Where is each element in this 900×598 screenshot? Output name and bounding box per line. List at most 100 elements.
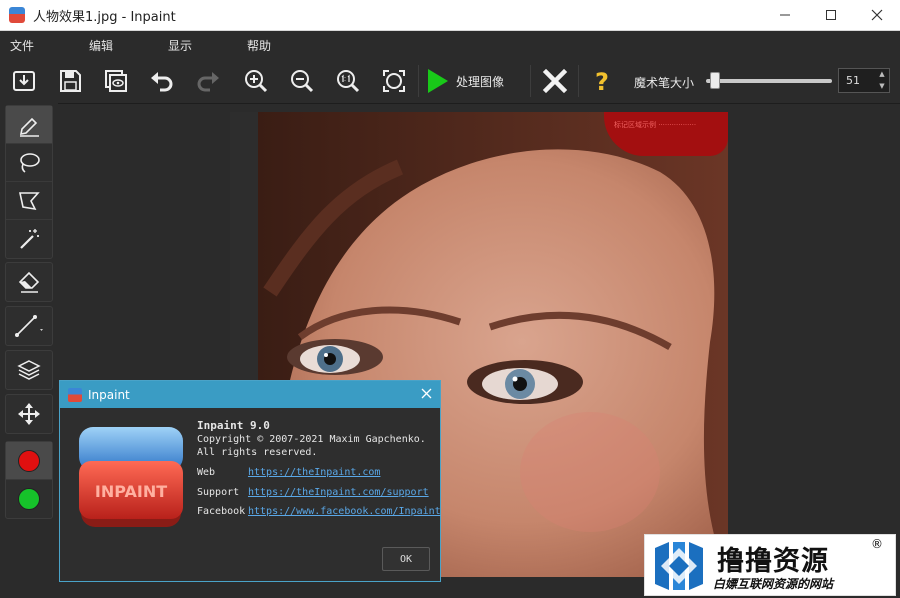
- zoom-out-icon: [291, 70, 314, 93]
- play-icon: [428, 69, 448, 93]
- brush-size-slider-handle[interactable]: [710, 72, 720, 89]
- preview-icon: [105, 70, 127, 92]
- copyright-line-1: Copyright © 2007-2021 Maxim Gapchenko.: [197, 434, 426, 445]
- minimize-button[interactable]: [762, 0, 808, 30]
- registered-mark: ®: [871, 537, 883, 551]
- selection-tools-group: [5, 105, 53, 259]
- support-label: Support: [197, 487, 240, 498]
- zoom-in-icon: [245, 70, 268, 93]
- move-tool[interactable]: [6, 395, 52, 433]
- save-icon: [60, 70, 81, 92]
- marker-tool[interactable]: [6, 106, 52, 144]
- red-marker-color[interactable]: [6, 442, 52, 480]
- close-x-icon: [542, 68, 568, 94]
- move-icon: [18, 403, 40, 425]
- brand-name: 撸撸资源: [717, 546, 829, 577]
- process-image-label: 处理图像: [456, 74, 505, 89]
- red-color-swatch: [18, 449, 40, 472]
- facebook-label: Facebook: [197, 506, 246, 517]
- ok-button[interactable]: OK: [382, 547, 430, 571]
- eraser-icon: [18, 271, 40, 293]
- close-icon: [421, 388, 432, 399]
- green-marker-color[interactable]: [6, 480, 52, 518]
- facebook-link[interactable]: https://www.facebook.com/Inpaint: [248, 506, 441, 517]
- redo-icon: [197, 72, 219, 92]
- magic-wand-icon: [20, 229, 39, 249]
- menu-help[interactable]: 帮助: [237, 37, 316, 54]
- brush-size-slider[interactable]: [706, 79, 832, 83]
- actual-size-button[interactable]: [330, 64, 366, 98]
- brush-size-label: 魔术笔大小: [634, 76, 695, 90]
- window-title: 人物效果1.jpg - Inpaint: [33, 9, 176, 25]
- product-name: Inpaint 9.0: [197, 419, 270, 432]
- brand-logo-icon: [655, 542, 703, 590]
- marker-pen-icon: [19, 117, 39, 137]
- layers-tool[interactable]: [6, 351, 52, 389]
- preview-button[interactable]: [98, 64, 134, 98]
- support-link[interactable]: https://theInpaint.com/support: [248, 487, 429, 498]
- process-image-button[interactable]: 处理图像: [428, 64, 504, 98]
- app-icon: [68, 387, 82, 402]
- open-button[interactable]: [6, 64, 42, 98]
- brush-size-value: 51: [846, 74, 860, 87]
- app-icon: [9, 7, 25, 23]
- title-bar: 人物效果1.jpg - Inpaint: [0, 0, 900, 31]
- dialog-close-button[interactable]: [421, 385, 432, 403]
- actual-size-icon: [337, 70, 360, 93]
- minimize-icon: [780, 14, 790, 16]
- polygonal-lasso-icon: [19, 191, 40, 210]
- maximize-button[interactable]: [808, 0, 854, 30]
- web-link[interactable]: https://theInpaint.com: [248, 467, 380, 478]
- cancel-button[interactable]: [537, 64, 573, 98]
- eraser-group: [5, 262, 53, 302]
- toolbar-separator: [418, 65, 419, 97]
- close-window-button[interactable]: [854, 0, 900, 30]
- undo-button[interactable]: [144, 64, 180, 98]
- watermark-text: 标记区域示例 ·················: [614, 121, 697, 129]
- save-button[interactable]: [52, 64, 88, 98]
- lasso-icon: [20, 152, 40, 173]
- magic-wand-tool[interactable]: [6, 220, 52, 258]
- brand-tagline: 白嫖互联网资源的网站: [713, 577, 834, 591]
- menu-file[interactable]: 文件: [0, 37, 79, 54]
- eraser-tool[interactable]: [6, 263, 52, 301]
- logo-text: INPAINT: [95, 482, 167, 501]
- line-tool[interactable]: [6, 307, 52, 345]
- green-color-swatch: [18, 488, 40, 510]
- inpaint-logo: INPAINT: [79, 427, 183, 527]
- tool-sidebar: [0, 103, 58, 598]
- move-group: [5, 394, 53, 434]
- about-dialog-titlebar: Inpaint: [60, 381, 440, 408]
- open-icon: [13, 71, 35, 91]
- maximize-icon: [826, 10, 836, 20]
- menu-view[interactable]: 显示: [158, 37, 237, 54]
- fit-window-icon: [383, 70, 405, 92]
- copyright-line-2: All rights reserved.: [197, 447, 318, 458]
- redo-button[interactable]: [190, 64, 226, 98]
- zoom-in-button[interactable]: [238, 64, 274, 98]
- brand-watermark: 撸撸资源 ® 白嫖互联网资源的网站: [644, 534, 896, 596]
- polygonal-lasso-tool[interactable]: [6, 182, 52, 220]
- menu-bar: 文件 编辑 显示 帮助: [0, 31, 900, 59]
- line-icon: [15, 315, 43, 337]
- menu-edit[interactable]: 编辑: [79, 37, 158, 54]
- help-button[interactable]: ?: [584, 64, 620, 98]
- about-dialog-title: Inpaint: [88, 387, 130, 402]
- marker-color-group: [5, 441, 53, 519]
- undo-icon: [151, 72, 173, 92]
- lasso-tool[interactable]: [6, 144, 52, 182]
- svg-text:?: ?: [595, 68, 609, 94]
- toolbar-separator: [530, 65, 531, 97]
- chevron-down-icon[interactable]: ▼: [875, 81, 889, 92]
- marked-watermark-region: 标记区域示例 ·················: [604, 112, 728, 156]
- question-mark-icon: ?: [595, 68, 609, 94]
- layer-group: [5, 350, 53, 390]
- about-dialog: Inpaint INPAINT Inpaint 9.0 Copyright © …: [59, 380, 441, 582]
- zoom-out-button[interactable]: [284, 64, 320, 98]
- layers-icon: [17, 360, 41, 380]
- toolbar-separator: [578, 65, 579, 97]
- chevron-up-icon[interactable]: ▲: [875, 69, 889, 80]
- brush-size-spinbox[interactable]: 51 ▲ ▼: [838, 68, 890, 93]
- web-label: Web: [197, 467, 216, 478]
- fit-window-button[interactable]: [376, 64, 412, 98]
